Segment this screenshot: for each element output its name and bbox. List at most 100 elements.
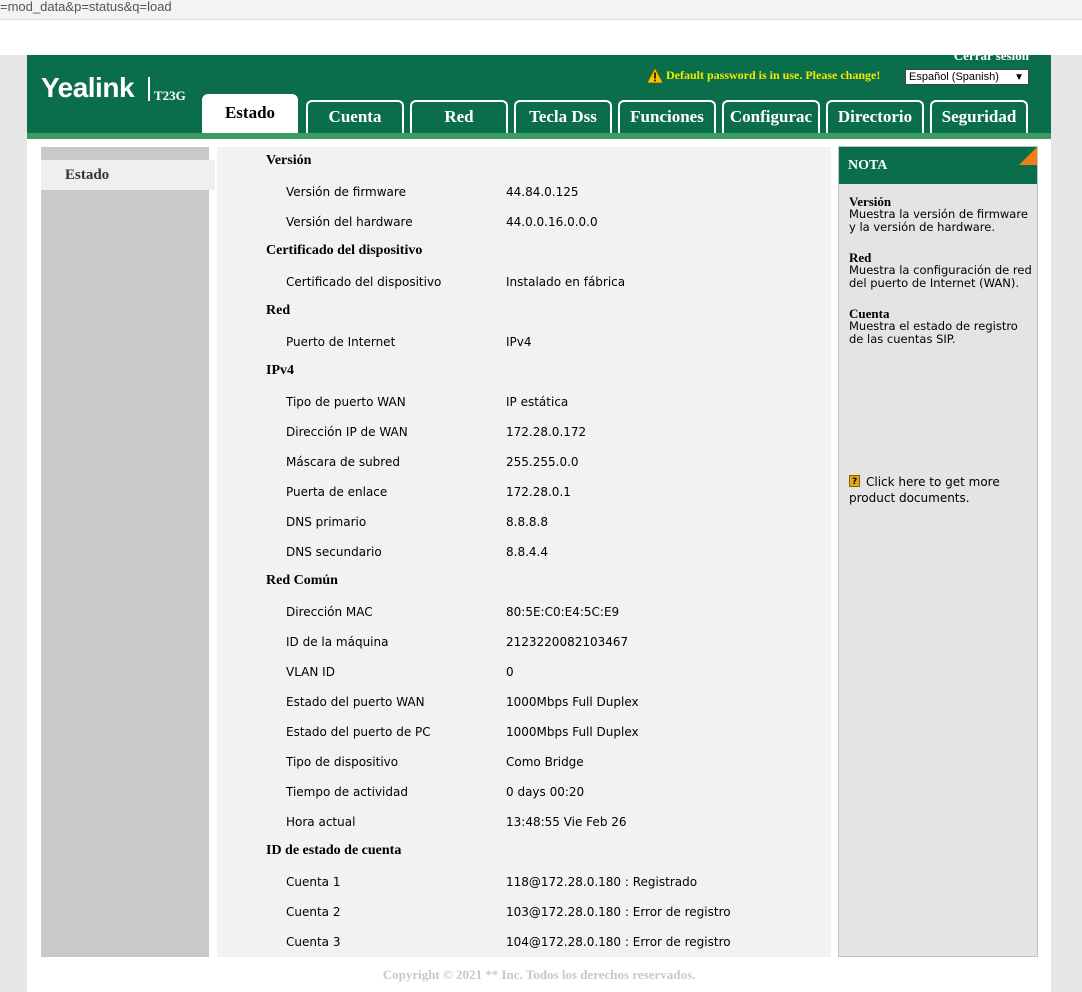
row-label: ID de la máquina	[286, 635, 389, 649]
table-row: Cuenta 1 118@172.28.0.180 : Registrado	[217, 867, 831, 897]
row-label: Puerta de enlace	[286, 485, 388, 499]
table-row: ID de la máquina 2123220082103467	[217, 627, 831, 657]
row-value: 172.28.0.172	[506, 425, 587, 439]
browser-toolbar-gap	[0, 20, 1082, 55]
row-label: VLAN ID	[286, 665, 335, 679]
note-panel: NOTA Versión Muestra la versión de firmw…	[838, 146, 1038, 957]
row-label: Certificado del dispositivo	[286, 275, 442, 289]
table-row: Cuenta 3 104@172.28.0.180 : Error de reg…	[217, 927, 831, 957]
row-label: Estado del puerto WAN	[286, 695, 425, 709]
row-value: 255.255.0.0	[506, 455, 579, 469]
row-label: Cuenta 2	[286, 905, 341, 919]
row-label: Hora actual	[286, 815, 356, 829]
row-value: 118@172.28.0.180 : Registrado	[506, 875, 698, 889]
tab-directorio[interactable]: Directorio	[826, 100, 924, 133]
table-row: Hora actual 13:48:55 Vie Feb 26	[217, 807, 831, 837]
sidebar	[41, 147, 209, 957]
section-title: ID de estado de cuenta	[266, 843, 402, 858]
row-value: 103@172.28.0.180 : Error de registro	[506, 905, 731, 919]
tab-configuracion[interactable]: Configurac	[722, 100, 820, 133]
row-label: DNS secundario	[286, 545, 382, 559]
row-value: 8.8.8.8	[506, 515, 548, 529]
row-value: 172.28.0.1	[506, 485, 571, 499]
product-documents-text: Click here to get more product documents…	[849, 475, 1000, 505]
row-label: DNS primario	[286, 515, 367, 529]
header-strip	[27, 133, 1051, 139]
row-value: Como Bridge	[506, 755, 584, 769]
page-container: Yealink T23G Cerrar sesión Default passw…	[27, 48, 1051, 992]
row-value: 104@172.28.0.180 : Error de registro	[506, 935, 731, 949]
section-title: Red Común	[266, 573, 338, 588]
tab-seguridad[interactable]: Seguridad	[930, 100, 1028, 133]
warning-icon	[647, 68, 663, 83]
copyright: Copyright © 2021 ** Inc. Todos los derec…	[382, 967, 696, 982]
row-label: Máscara de subred	[286, 455, 400, 469]
row-value: 0	[506, 665, 514, 679]
row-value: 1000Mbps Full Duplex	[506, 725, 639, 739]
row-value: IP estática	[506, 395, 569, 409]
row-value: IPv4	[506, 335, 532, 349]
table-row: Versión de firmware 44.84.0.125	[217, 177, 831, 207]
note-item: Red Muestra la configuración de red del …	[849, 251, 1033, 290]
sidebar-item-estado[interactable]: Estado	[41, 160, 215, 190]
row-value: 44.84.0.125	[506, 185, 579, 199]
language-selected: Español (Spanish)	[909, 71, 999, 83]
row-value: 1000Mbps Full Duplex	[506, 695, 639, 709]
yealink-logo: Yealink	[41, 72, 135, 103]
table-row: Puerto de Internet IPv4	[217, 327, 831, 357]
table-row: Certificado del dispositivo Instalado en…	[217, 267, 831, 297]
row-label: Dirección MAC	[286, 605, 373, 619]
tab-cuenta[interactable]: Cuenta	[306, 100, 404, 133]
row-label: Tipo de puerto WAN	[286, 395, 406, 409]
table-row: Dirección IP de WAN 172.28.0.172	[217, 417, 831, 447]
table-row: Cuenta 2 103@172.28.0.180 : Error de reg…	[217, 897, 831, 927]
row-label: Cuenta 1	[286, 875, 341, 889]
tab-tecla-dss[interactable]: Tecla Dss	[514, 100, 612, 133]
table-row: Tipo de dispositivo Como Bridge	[217, 747, 831, 777]
address-bar[interactable]: =mod_data&p=status&q=load	[0, 0, 1082, 20]
note-item-text: Muestra el estado de registro de las cue…	[849, 319, 1018, 346]
row-label: Cuenta 3	[286, 935, 341, 949]
row-value: 44.0.0.16.0.0.0	[506, 215, 598, 229]
logo-separator	[148, 77, 150, 101]
table-row: Dirección MAC 80:5E:C0:E4:5C:E9	[217, 597, 831, 627]
section-title: IPv4	[266, 363, 294, 378]
row-value: 2123220082103467	[506, 635, 629, 649]
tab-red[interactable]: Red	[410, 100, 508, 133]
note-item-text: Muestra la configuración de red del puer…	[849, 263, 1032, 290]
table-row: DNS secundario 8.8.4.4	[217, 537, 831, 567]
table-row: Tipo de puerto WAN IP estática	[217, 387, 831, 417]
table-row: Versión del hardware 44.0.0.16.0.0.0	[217, 207, 831, 237]
row-value: Instalado en fábrica	[506, 275, 626, 289]
table-row: Estado del puerto WAN 1000Mbps Full Dupl…	[217, 687, 831, 717]
table-row: DNS primario 8.8.8.8	[217, 507, 831, 537]
help-document-icon	[849, 474, 860, 490]
table-row: VLAN ID 0	[217, 657, 831, 687]
note-corner-icon	[1019, 147, 1037, 165]
table-row: Tiempo de actividad 0 days 00:20	[217, 777, 831, 807]
row-value: 80:5E:C0:E4:5C:E9	[506, 605, 620, 619]
row-label: Tipo de dispositivo	[286, 755, 399, 769]
chevron-down-icon: ▼	[1014, 72, 1024, 83]
table-row: Puerta de enlace 172.28.0.1	[217, 477, 831, 507]
row-label: Versión de firmware	[286, 185, 406, 199]
note-item: Versión Muestra la versión de firmware y…	[849, 195, 1033, 234]
row-label: Tiempo de actividad	[286, 785, 408, 799]
note-item: Cuenta Muestra el estado de registro de …	[849, 307, 1033, 346]
model-label: T23G	[154, 88, 186, 103]
note-item-text: Muestra la versión de firmware y la vers…	[849, 207, 1028, 234]
section-title: Versión	[266, 153, 312, 168]
product-documents-link[interactable]: Click here to get more product documents…	[849, 474, 1033, 506]
row-label: Dirección IP de WAN	[286, 425, 408, 439]
warning-text: Default password is in use. Please chang…	[666, 68, 881, 82]
default-password-warning: Default password is in use. Please chang…	[647, 68, 880, 83]
section-title: Certificado del dispositivo	[266, 243, 423, 258]
note-title: NOTA	[839, 147, 1037, 184]
row-label: Puerto de Internet	[286, 335, 396, 349]
row-label: Versión del hardware	[286, 215, 413, 229]
logout-link[interactable]: Cerrar sesión	[954, 48, 1029, 64]
language-select[interactable]: Español (Spanish) ▼	[905, 69, 1029, 85]
table-row: Estado del puerto de PC 1000Mbps Full Du…	[217, 717, 831, 747]
tab-funciones[interactable]: Funciones	[618, 100, 716, 133]
row-value: 0 days 00:20	[506, 785, 585, 799]
